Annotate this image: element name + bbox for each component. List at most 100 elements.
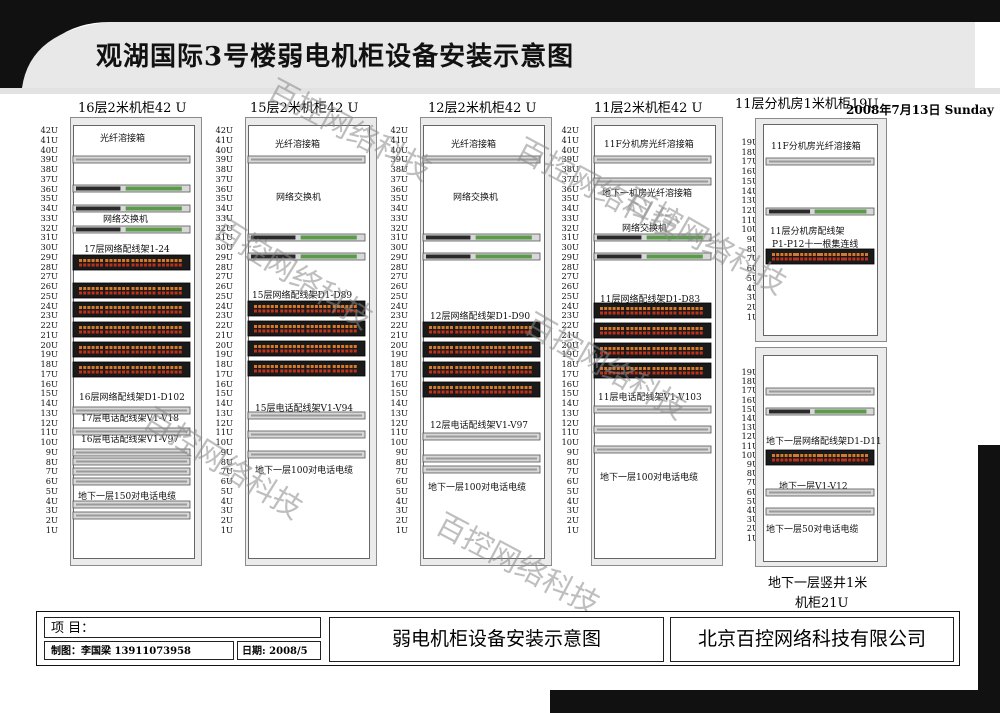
cabinet-unit-label: 42U <box>561 125 579 135</box>
cabinet-unit-label: 21U <box>215 329 233 340</box>
cabinet-unit-label: 14U <box>40 398 58 408</box>
side-bottom-caption-2: 机柜21U <box>795 596 849 611</box>
cabinet-unit-label: 42U <box>215 125 233 135</box>
cabinet-unit-label: 22U <box>215 320 233 330</box>
cabinet-unit-label: 21U <box>40 329 58 340</box>
cabinet-unit-label: 1U <box>395 524 408 535</box>
cabinet-title: 11层2米机柜42 U <box>594 101 703 116</box>
cabinet-unit-label: 26U <box>40 281 58 291</box>
cabinet-unit-label: 2U <box>45 515 58 525</box>
cabinet-unit-label: 9U <box>566 446 579 457</box>
side-bottom-label-phone: 地下一层V1-V12 <box>779 482 848 492</box>
cabinet-device-label: 地下一层100对电话电缆 <box>428 483 527 493</box>
cabinet-unit-label: 6U <box>395 476 408 486</box>
cabinet-title: 16层2米机柜42 U <box>78 101 187 116</box>
side-cabinet-title: 11层分机房1米机柜19U <box>735 97 879 112</box>
cabinet-unit-label: 1U <box>566 524 579 535</box>
cabinet-unit-label: 25U <box>215 290 233 301</box>
side-top-label-jumper: P1-P12十一根集连线 <box>772 240 859 250</box>
cabinet-device-label: 光纤溶接箱 <box>275 140 321 150</box>
project-field: 项 目： <box>44 617 321 638</box>
side-bottom-label-network: 地下一层网络配线架D1-D11 <box>766 437 882 447</box>
cabinet-unit-label: 5U <box>395 485 408 496</box>
cabinet-unit-label: 34U <box>40 203 58 213</box>
side-top-label-fiber: 11F分机房光纤溶接箱 <box>771 142 861 152</box>
cabinet-unit-label: 30U <box>561 242 579 252</box>
drawing-title: 弱电机柜设备安装示意图 <box>329 617 664 662</box>
cabinet-unit-label: 10U <box>561 437 579 447</box>
cabinet-unit-label: 14U <box>390 398 408 408</box>
cabinet-unit-label: 29U <box>390 251 408 262</box>
cabinet-unit-label: 14U <box>215 398 233 408</box>
cabinet-device-label: 地下一层100对电话电缆 <box>600 473 699 483</box>
cabinet-unit-label: 26U <box>390 281 408 291</box>
cabinet-unit-label: 17U <box>215 368 233 379</box>
cabinet-unit-label: 18U <box>390 359 408 369</box>
cabinet-unit-label: 1U <box>220 524 233 535</box>
cabinet-unit-label: 25U <box>40 290 58 301</box>
cabinet-unit-label: 34U <box>390 203 408 213</box>
cabinet-unit-label: 1U <box>45 524 58 535</box>
cabinet-device-label: 网络交换机 <box>276 193 322 203</box>
cabinet-unit-label: 25U <box>390 290 408 301</box>
cabinet-unit-label: 2U <box>220 515 233 525</box>
drawing-sheet: 观湖国际3号楼弱电机柜设备安装示意图 2008年7月13日 Sunday 16层… <box>0 0 1000 713</box>
cabinet-device-label: 12层电话配线架V1-V97 <box>430 421 529 431</box>
cabinet-device-label: 17层网络配线架1-24 <box>84 245 170 255</box>
cabinet-unit-label: 5U <box>45 485 58 496</box>
cabinet-device-label: 网络交换机 <box>103 215 149 225</box>
cabinet-unit-label: 37U <box>40 173 58 184</box>
cabinet-device-label: 光纤溶接箱 <box>451 140 497 150</box>
cabinet-unit-label: 17U <box>390 368 408 379</box>
cabinet-unit-label: 33U <box>561 212 579 223</box>
cabinet-unit-label: 17U <box>40 368 58 379</box>
cabinet-unit-label: 9U <box>395 446 408 457</box>
cabinet-unit-label: 13U <box>215 407 233 418</box>
cabinet-unit-label: 25U <box>561 290 579 301</box>
cabinet-unit-label: 37U <box>215 173 233 184</box>
cabinet-unit-label: 29U <box>561 251 579 262</box>
cabinet-unit-label: 18U <box>215 359 233 369</box>
cabinet-unit-label: 21U <box>390 329 408 340</box>
cabinet-unit-label: 22U <box>390 320 408 330</box>
cabinet-unit-label: 14U <box>561 398 579 408</box>
cabinet-unit-label: 29U <box>40 251 58 262</box>
cabinet-unit-label: 38U <box>40 164 58 174</box>
cabinet-unit-label: 13U <box>390 407 408 418</box>
cabinet-unit-label: 42U <box>40 125 58 135</box>
cabinet-unit-label: 6U <box>566 476 579 486</box>
cabinet-unit-label: 13U <box>561 407 579 418</box>
cabinet-unit-label: 13U <box>40 407 58 418</box>
cabinet-unit-label: 38U <box>215 164 233 174</box>
side-bottom-caption-1: 地下一层竖井1米 <box>768 576 868 591</box>
cabinet-device-label: 15层电话配线架V1-V94 <box>255 404 354 414</box>
cabinet-unit-label: 10U <box>40 437 58 447</box>
cabinet-unit-label: 10U <box>390 437 408 447</box>
page-title: 观湖国际3号楼弱电机柜设备安装示意图 <box>96 42 575 72</box>
side-bottom-label-cable: 地下一层50对电话电缆 <box>766 525 859 535</box>
cabinet-unit-label: 26U <box>215 281 233 291</box>
side-top-label-patch: 11层分机房配线架 <box>770 227 845 237</box>
cabinet-unit-label: 9U <box>45 446 58 457</box>
date-field: 日期: 2008/5 <box>237 641 321 660</box>
cabinet-device-label: 11层网络配线架D1-D83 <box>600 295 701 305</box>
cabinet-unit-label: 34U <box>561 203 579 213</box>
cabinet-unit-label: 2U <box>395 515 408 525</box>
cabinet-unit-label: 5U <box>566 485 579 496</box>
cabinet-unit-label: 33U <box>40 212 58 223</box>
cabinet-device-label: 光纤溶接箱 <box>100 134 146 144</box>
maker-field: 制图：李国梁 13911073958 <box>44 641 234 660</box>
cabinet-unit-label: 30U <box>40 242 58 252</box>
cabinet-device-label: 12层网络配线架D1-D90 <box>430 312 531 322</box>
cabinet-device-label: 11F分机房光纤溶接箱 <box>604 140 694 150</box>
cabinet-unit-label: 6U <box>45 476 58 486</box>
cabinet-device-label: 地下一层150对电话电缆 <box>78 492 177 502</box>
cabinet-unit-label: 18U <box>40 359 58 369</box>
cabinet-device-label: 网络交换机 <box>453 193 499 203</box>
cabinet-unit-label: 22U <box>40 320 58 330</box>
cabinet-title: 12层2米机柜42 U <box>428 101 537 116</box>
cabinet-unit-label: 41U <box>215 134 233 145</box>
company-name: 北京百控网络科技有限公司 <box>670 617 954 662</box>
cabinet-unit-label: 41U <box>40 134 58 145</box>
cabinet-unit-label: 26U <box>561 281 579 291</box>
